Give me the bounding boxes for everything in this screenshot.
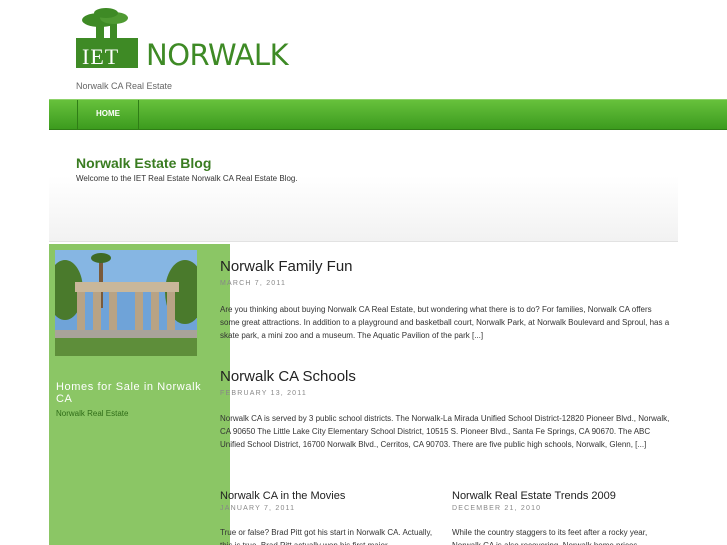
sidebar-photo[interactable] [55,250,197,356]
post-date: December 21, 2010 [452,505,542,512]
sidebar-link-norwalk-real-estate[interactable]: Norwalk Real Estate [56,409,128,418]
post-title[interactable]: Norwalk CA Schools [220,368,356,385]
site-tagline: Norwalk CA Real Estate [76,81,173,91]
post-title[interactable]: Norwalk Family Fun [220,258,353,275]
post-date: March 7, 2011 [220,280,287,287]
logo-norwalk-text: NORWALK [146,38,289,72]
colonnade-photo-icon [55,250,197,356]
post-date: February 13, 2011 [220,390,307,397]
post-excerpt: Are you thinking about buying Norwalk CA… [220,305,670,340]
post-title[interactable]: Norwalk CA in the Movies [220,490,345,502]
main-navigation: HOME [49,99,727,130]
blog-description: Welcome to the IET Real Estate Norwalk C… [76,174,298,183]
logo-iet-text: IET [82,44,120,69]
nav-home-label: HOME [96,109,120,118]
sidebar-heading[interactable]: Homes for Sale in Norwalk CA [56,381,206,405]
site-logo[interactable]: IET NORWALK [76,8,289,72]
blog-title[interactable]: Norwalk Estate Blog [76,155,211,171]
post-excerpt: While the country staggers to its feet a… [452,528,648,545]
post-title[interactable]: Norwalk Real Estate Trends 2009 [452,490,616,502]
post-excerpt: True or false? Brad Pitt got his start i… [220,528,433,545]
post-date: January 7, 2011 [220,505,296,512]
nav-home[interactable]: HOME [77,100,139,130]
post-excerpt: Norwalk CA is served by 3 public school … [220,414,670,449]
